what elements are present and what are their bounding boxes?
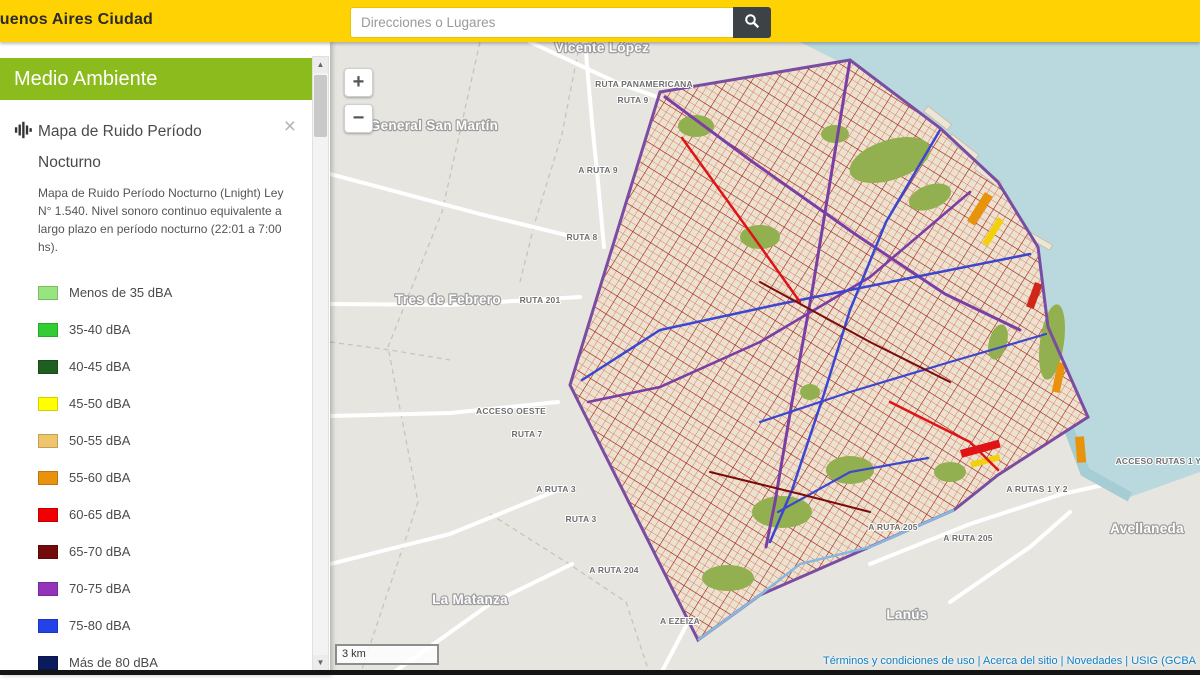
legend-label: 70-75 dBA <box>69 581 130 596</box>
legend-swatch <box>38 323 58 337</box>
zoom-out-button[interactable]: − <box>344 104 373 133</box>
legend-label: 60-65 dBA <box>69 507 130 522</box>
map-route-label: A RUTA 204 <box>589 565 638 575</box>
legend-item: 45-50 dBA <box>38 385 308 422</box>
scrollbar-thumb[interactable] <box>314 75 327 137</box>
map-route-label: RUTA 3 <box>566 514 597 524</box>
scroll-down-icon[interactable]: ▼ <box>313 655 328 671</box>
scroll-up-icon[interactable]: ▲ <box>313 57 328 73</box>
zoom-controls: + − <box>344 68 373 140</box>
map-place-label: Vicente López <box>555 42 649 55</box>
map-route-label: RUTA 9 <box>618 95 649 105</box>
sidebar-scrollbar[interactable]: ▲ ▼ <box>312 56 329 672</box>
map-place-label: Tres de Febrero <box>395 292 501 307</box>
map-route-label: A RUTA 3 <box>536 484 576 494</box>
map-route-label: RUTA 201 <box>520 295 561 305</box>
footer-link[interactable]: Novedades <box>1067 655 1123 667</box>
map-route-label: RUTA PANAMERICANA <box>595 79 693 89</box>
layer-description: Mapa de Ruido Período Nocturno (Lnight) … <box>38 184 298 256</box>
legend-item: 40-45 dBA <box>38 348 308 385</box>
map-scale-bar: 3 km <box>335 644 439 665</box>
footer-separator: | <box>1122 655 1131 667</box>
footer-link[interactable]: Términos y condiciones de uso <box>823 655 975 667</box>
sidebar-panel: Medio Ambiente Mapa de Ruido Período Noc… <box>0 42 330 675</box>
legend-label: 50-55 dBA <box>69 433 130 448</box>
map-place-label: General San Martín <box>370 118 498 133</box>
map-route-label: A EZEIZA <box>660 616 700 626</box>
layer-title-row: Mapa de Ruido Período Nocturno <box>14 116 276 178</box>
legend-label: 55-60 dBA <box>69 470 130 485</box>
legend-item: 50-55 dBA <box>38 422 308 459</box>
map-footer-links: Términos y condiciones de uso | Acerca d… <box>823 655 1196 667</box>
legend-swatch <box>38 434 58 448</box>
legend-swatch <box>38 471 58 485</box>
legend-swatch <box>38 286 58 300</box>
map-place-label: Lanús <box>886 607 927 622</box>
map-place-label: La Matanza <box>432 592 508 607</box>
search-bar <box>350 7 771 38</box>
top-bar: Buenos Aires Ciudad <box>0 0 1200 42</box>
map-route-label: RUTA 8 <box>567 232 598 242</box>
legend-item: Más de 80 dBA <box>38 644 308 681</box>
legend-swatch <box>38 619 58 633</box>
map-route-label: ACCESO RUTAS 1 Y 2 <box>1116 456 1200 466</box>
legend-item: 70-75 dBA <box>38 570 308 607</box>
map-route-label: A RUTA 9 <box>578 165 618 175</box>
map-route-label: A RUTAS 1 Y 2 <box>1006 484 1067 494</box>
noise-legend: Menos de 35 dBA 35-40 dBA 40-45 dBA 45-50 d… <box>38 274 308 681</box>
footer-separator: | <box>1058 655 1067 667</box>
legend-swatch <box>38 360 58 374</box>
legend-item: 65-70 dBA <box>38 533 308 570</box>
map-route-label: A RUTA 205 <box>943 533 992 543</box>
legend-swatch <box>38 508 58 522</box>
footer-separator: | <box>975 655 983 667</box>
legend-swatch <box>38 545 58 559</box>
map-place-label: Avellaneda <box>1110 521 1184 536</box>
zoom-in-button[interactable]: + <box>344 68 373 97</box>
legend-item: 60-65 dBA <box>38 496 308 533</box>
search-input[interactable] <box>350 7 733 38</box>
legend-label: 40-45 dBA <box>69 359 130 374</box>
map-route-label: A RUTA 205 <box>868 522 917 532</box>
search-button[interactable] <box>733 7 771 38</box>
legend-label: 65-70 dBA <box>69 544 130 559</box>
legend-label: 35-40 dBA <box>69 322 130 337</box>
legend-label: Menos de 35 dBA <box>69 285 172 300</box>
map-container[interactable]: RUTA PANAMERICANA RUTA 9 A RUTA 9 RUTA 8 RUT… <box>330 42 1200 675</box>
legend-item: 35-40 dBA <box>38 311 308 348</box>
bottom-strip <box>0 670 1200 675</box>
legend-item: 75-80 dBA <box>38 607 308 644</box>
map-route-label: ACCESO OESTE <box>476 406 546 416</box>
close-icon[interactable]: × <box>284 116 296 137</box>
legend-label: Más de 80 dBA <box>69 655 158 670</box>
legend-swatch <box>38 656 58 670</box>
panel-title: Medio Ambiente <box>0 58 312 100</box>
legend-swatch <box>38 397 58 411</box>
footer-link[interactable]: Acerca del sitio <box>983 655 1058 667</box>
legend-swatch <box>38 582 58 596</box>
legend-item: Menos de 35 dBA <box>38 274 308 311</box>
legend-item: 55-60 dBA <box>38 459 308 496</box>
legend-label: 45-50 dBA <box>69 396 130 411</box>
app-logo: Buenos Aires Ciudad <box>0 11 153 29</box>
layer-title: Mapa de Ruido Período Nocturno <box>38 116 258 178</box>
noise-waveform-icon <box>14 116 38 178</box>
map-canvas[interactable]: RUTA PANAMERICANA RUTA 9 A RUTA 9 RUTA 8 RUT… <box>330 42 1200 675</box>
map-route-label: RUTA 7 <box>512 429 543 439</box>
footer-link[interactable]: USIG (GCBA <box>1131 655 1196 667</box>
legend-label: 75-80 dBA <box>69 618 130 633</box>
search-icon <box>744 13 760 32</box>
